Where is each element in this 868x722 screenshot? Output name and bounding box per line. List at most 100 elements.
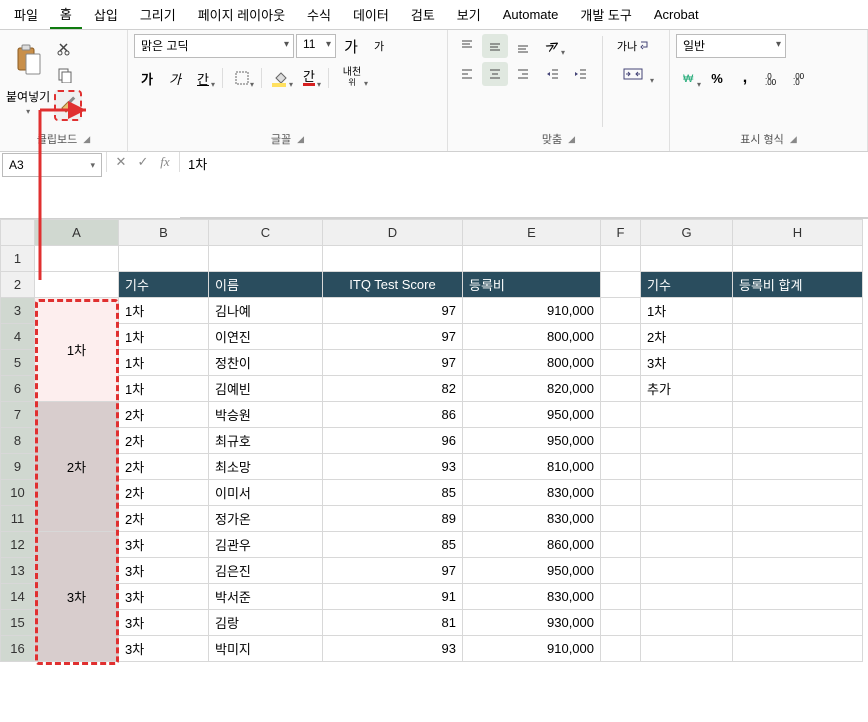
- table-header[interactable]: 이름: [209, 272, 323, 298]
- cell[interactable]: 97: [323, 298, 463, 324]
- row-header[interactable]: 14: [1, 584, 35, 610]
- paste-dropdown[interactable]: ▾: [26, 107, 30, 116]
- cell[interactable]: 이미서: [209, 480, 323, 506]
- table-header[interactable]: ITQ Test Score: [323, 272, 463, 298]
- formula-input[interactable]: 1차: [180, 152, 868, 178]
- cell[interactable]: 86: [323, 402, 463, 428]
- cell[interactable]: 김관우: [209, 532, 323, 558]
- align-middle-button[interactable]: [482, 34, 508, 58]
- copy-button[interactable]: [54, 64, 76, 86]
- menu-view[interactable]: 보기: [447, 1, 491, 28]
- cell[interactable]: 85: [323, 532, 463, 558]
- orientation-button[interactable]: ≫▾: [540, 34, 566, 58]
- menu-data[interactable]: 데이터: [343, 1, 399, 28]
- cell[interactable]: 3차: [641, 350, 733, 376]
- underline-button[interactable]: 간▾: [190, 66, 216, 90]
- menu-developer[interactable]: 개발 도구: [570, 1, 641, 28]
- cell[interactable]: 89: [323, 506, 463, 532]
- decrease-indent-button[interactable]: [540, 62, 566, 86]
- menu-review[interactable]: 검토: [401, 1, 445, 28]
- cell[interactable]: 820,000: [463, 376, 601, 402]
- row-header[interactable]: 12: [1, 532, 35, 558]
- menu-acrobat[interactable]: Acrobat: [644, 3, 709, 26]
- comma-button[interactable]: ,: [732, 66, 758, 90]
- row-header[interactable]: 5: [1, 350, 35, 376]
- table-header[interactable]: 등록비: [463, 272, 601, 298]
- menu-layout[interactable]: 페이지 레이아웃: [188, 1, 295, 28]
- row-1[interactable]: 1: [1, 246, 863, 272]
- cell[interactable]: 930,000: [463, 610, 601, 636]
- cell[interactable]: 860,000: [463, 532, 601, 558]
- cell[interactable]: 3차: [119, 610, 209, 636]
- menu-insert[interactable]: 삽입: [84, 1, 128, 28]
- cell[interactable]: 2차: [119, 480, 209, 506]
- row-header[interactable]: 11: [1, 506, 35, 532]
- cell[interactable]: 김랑: [209, 610, 323, 636]
- row-header[interactable]: 10: [1, 480, 35, 506]
- cell[interactable]: 950,000: [463, 402, 601, 428]
- cell[interactable]: 950,000: [463, 428, 601, 454]
- cell[interactable]: 910,000: [463, 636, 601, 662]
- enter-formula-button[interactable]: ✓: [133, 152, 153, 172]
- col-header-B[interactable]: B: [119, 220, 209, 246]
- row-11[interactable]: 11 2차 정가온 89 830,000: [1, 506, 863, 532]
- cell[interactable]: 830,000: [463, 584, 601, 610]
- row-13[interactable]: 13 3차 김은진 97 950,000: [1, 558, 863, 584]
- cell[interactable]: 박승원: [209, 402, 323, 428]
- font-size-combo[interactable]: 11: [296, 34, 336, 58]
- col-header-H[interactable]: H: [733, 220, 863, 246]
- cell[interactable]: 91: [323, 584, 463, 610]
- row-header[interactable]: 7: [1, 402, 35, 428]
- col-header-G[interactable]: G: [641, 220, 733, 246]
- format-painter-button[interactable]: [54, 90, 82, 121]
- cell[interactable]: 93: [323, 636, 463, 662]
- cell[interactable]: 81: [323, 610, 463, 636]
- cell[interactable]: 3차: [119, 558, 209, 584]
- row-header[interactable]: 13: [1, 558, 35, 584]
- cell[interactable]: 2차: [119, 428, 209, 454]
- font-dialog-launcher[interactable]: ◢: [297, 134, 304, 145]
- phonetic-button[interactable]: 내천위▾: [335, 66, 369, 90]
- grow-font-button[interactable]: 가: [338, 34, 364, 58]
- col-header-F[interactable]: F: [601, 220, 641, 246]
- name-box[interactable]: A3▾: [2, 153, 102, 177]
- cell[interactable]: 97: [323, 558, 463, 584]
- row-15[interactable]: 15 3차 김랑 81 930,000: [1, 610, 863, 636]
- cell[interactable]: 최규호: [209, 428, 323, 454]
- decrease-decimal-button[interactable]: .00.0: [788, 66, 814, 90]
- bold-button[interactable]: 가: [134, 66, 160, 90]
- cell[interactable]: 김나예: [209, 298, 323, 324]
- cell[interactable]: 이연진: [209, 324, 323, 350]
- cell[interactable]: 3차: [119, 636, 209, 662]
- row-header[interactable]: 16: [1, 636, 35, 662]
- font-color-button[interactable]: 간▾: [296, 66, 322, 90]
- cell[interactable]: 정가온: [209, 506, 323, 532]
- cell[interactable]: 1차: [119, 350, 209, 376]
- cell[interactable]: 830,000: [463, 480, 601, 506]
- cell[interactable]: 2차: [641, 324, 733, 350]
- row-10[interactable]: 10 2차 이미서 85 830,000: [1, 480, 863, 506]
- increase-indent-button[interactable]: [568, 62, 594, 86]
- number-format-combo[interactable]: 일반: [676, 34, 786, 58]
- col-header-A[interactable]: A: [35, 220, 119, 246]
- cell[interactable]: 97: [323, 350, 463, 376]
- menu-draw[interactable]: 그리기: [130, 1, 186, 28]
- cell[interactable]: 97: [323, 324, 463, 350]
- cell[interactable]: 830,000: [463, 506, 601, 532]
- select-all-corner[interactable]: [1, 220, 35, 246]
- borders-button[interactable]: ▾: [229, 66, 255, 90]
- row-12[interactable]: 12 3차 3차 김관우 85 860,000: [1, 532, 863, 558]
- cell[interactable]: 3차: [119, 584, 209, 610]
- accounting-format-button[interactable]: ₩▾: [676, 66, 702, 90]
- wrap-text-button[interactable]: 가나: [611, 34, 655, 58]
- cell[interactable]: 1차: [119, 376, 209, 402]
- row-9[interactable]: 9 2차 최소망 93 810,000: [1, 454, 863, 480]
- row-4[interactable]: 4 1차 이연진 97 800,000 2차: [1, 324, 863, 350]
- row-14[interactable]: 14 3차 박서준 91 830,000: [1, 584, 863, 610]
- cell[interactable]: 김예빈: [209, 376, 323, 402]
- table-header[interactable]: 기수: [641, 272, 733, 298]
- menu-file[interactable]: 파일: [4, 1, 48, 28]
- align-bottom-button[interactable]: [510, 34, 536, 58]
- row-7[interactable]: 7 2차 2차 박승원 86 950,000: [1, 402, 863, 428]
- cell[interactable]: 800,000: [463, 324, 601, 350]
